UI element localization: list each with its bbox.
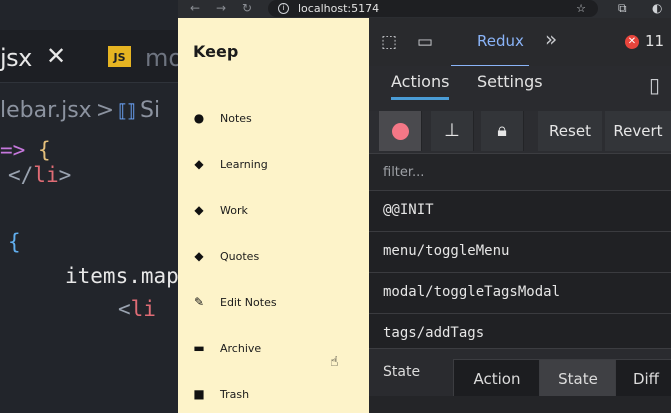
action-item[interactable]: @@INIT: [369, 191, 671, 232]
site-info-icon[interactable]: i: [278, 3, 289, 14]
sidebar-item-learning[interactable]: ◆ Learning: [193, 156, 363, 176]
keep-sidebar: Keep ● Notes ◆ Learning ◆ Work ◆ Quotes ✎ Edi…: [178, 18, 369, 413]
sidebar-item-quotes[interactable]: ◆ Quotes: [193, 248, 363, 268]
more-tabs-icon[interactable]: »: [545, 29, 557, 49]
back-icon[interactable]: ←: [190, 0, 200, 16]
breadcrumb: lebar.jsx > ⟦⟧ Si: [0, 98, 160, 123]
url-text[interactable]: localhost:5174: [298, 0, 379, 17]
breadcrumb-file[interactable]: lebar.jsx: [0, 98, 92, 123]
bottom-strip: [369, 396, 671, 413]
tab-actions[interactable]: Actions: [391, 72, 450, 100]
lightbulb-icon: ●: [193, 111, 205, 125]
tab-redux[interactable]: Redux: [451, 18, 529, 67]
record-icon: [391, 122, 409, 140]
lock-icon: 🔒︎: [497, 120, 507, 141]
editor-tab-2-label[interactable]: mo: [145, 44, 178, 72]
tag-icon: ◆: [194, 157, 204, 171]
code-line-2: </li>: [8, 163, 72, 187]
error-count[interactable]: 11: [645, 32, 664, 50]
profile-icon[interactable]: ◐: [652, 0, 662, 16]
sidebar-item-work[interactable]: ◆ Work: [193, 202, 363, 222]
tab-action-view[interactable]: Action: [453, 359, 541, 399]
close-icon[interactable]: ✕: [46, 42, 66, 70]
state-bar: State Action State Diff: [369, 348, 671, 399]
editor-tab-label[interactable]: jsx: [0, 44, 32, 72]
sidebar-item-edit-notes[interactable]: ✎ Edit Notes: [193, 294, 363, 314]
state-label: State: [383, 364, 421, 380]
breadcrumb-separator: >: [95, 98, 115, 123]
record-button[interactable]: [379, 111, 422, 151]
action-item[interactable]: modal/toggleTagsModal: [369, 273, 671, 314]
symbol-icon: ⟦⟧: [118, 101, 136, 122]
reset-button[interactable]: Reset: [538, 111, 602, 151]
pin-icon: ⊥: [444, 120, 460, 141]
revert-button[interactable]: Revert: [605, 111, 671, 151]
action-item[interactable]: menu/toggleMenu: [369, 232, 671, 273]
code-editor: jsx ✕ JS mo lebar.jsx > ⟦⟧ Si => { </li> { …: [0, 0, 178, 413]
code-line-4: items.map: [65, 264, 178, 288]
address-bar[interactable]: i localhost:5174 ☆: [268, 0, 598, 17]
tag-icon: ◆: [194, 249, 204, 263]
lock-button[interactable]: 🔒︎: [481, 111, 524, 151]
tab-settings[interactable]: Settings: [477, 72, 543, 91]
tag-icon: ◆: [194, 203, 204, 217]
reload-icon[interactable]: ↻: [242, 0, 252, 16]
tab-state-view[interactable]: State: [539, 359, 617, 399]
sidebar-item-notes[interactable]: ● Notes: [193, 110, 363, 130]
book-icon[interactable]: ▯: [649, 73, 660, 97]
code-line-3: {: [8, 230, 21, 254]
hand-pointer-cursor: ☝: [330, 354, 339, 370]
breadcrumb-symbol[interactable]: Si: [140, 98, 160, 123]
code-line-1: => {: [0, 138, 51, 162]
trash-icon: ■: [193, 387, 205, 401]
devtools-toolbar: ⬚ ▭ Redux » ✕ 11: [369, 18, 671, 67]
redux-sub-tabs: Actions Settings ▯: [369, 66, 671, 112]
extensions-icon[interactable]: ⧉: [618, 0, 627, 16]
archive-icon: ▬: [193, 341, 205, 355]
bookmark-star-icon[interactable]: ☆: [576, 0, 586, 17]
device-toggle-icon[interactable]: ▭: [417, 32, 433, 52]
action-toolbar: ⊥ 🔒︎ Reset Revert: [369, 111, 671, 154]
app-title: Keep: [193, 42, 239, 61]
sidebar-item-trash[interactable]: ■ Trash: [193, 386, 363, 406]
tab-diff-view[interactable]: Diff: [615, 359, 671, 399]
filter-input[interactable]: filter...: [369, 154, 671, 191]
forward-icon[interactable]: →: [216, 0, 226, 16]
pin-button[interactable]: ⊥: [431, 111, 474, 151]
pencil-icon: ✎: [193, 295, 205, 309]
filter-placeholder: filter...: [383, 165, 425, 180]
js-file-icon: JS: [108, 46, 131, 67]
inspect-element-icon[interactable]: ⬚: [381, 32, 397, 52]
code-line-5: <li: [118, 297, 156, 321]
error-icon[interactable]: ✕: [625, 35, 639, 49]
devtools-panel: ⬚ ▭ Redux » ✕ 11 Actions Settings ▯ ⊥ 🔒︎…: [369, 18, 671, 413]
